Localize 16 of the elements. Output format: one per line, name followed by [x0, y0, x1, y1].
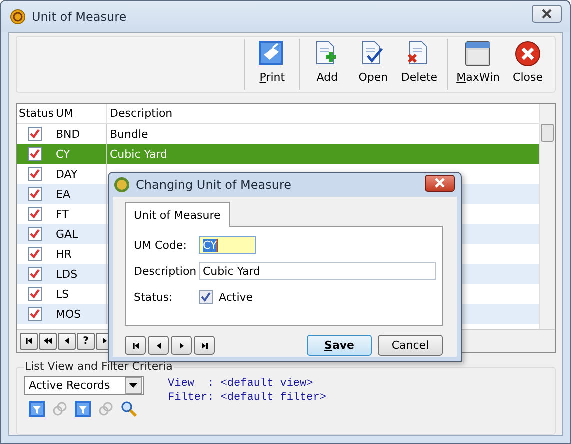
table-cell: MOS: [53, 304, 107, 324]
dialog-title: Changing Unit of Measure: [136, 178, 293, 192]
table-cell-text: Cubic Yard: [109, 146, 168, 162]
table-cell-text: Bundle: [109, 126, 150, 142]
field-label: Description: [134, 264, 198, 278]
field-label: UM Code:: [134, 238, 188, 252]
table-cell: GAL: [53, 224, 107, 244]
window-title: Unit of Measure: [32, 10, 128, 24]
table-cell: EA: [53, 184, 107, 204]
filter-text: Filter: <default filter>: [168, 392, 326, 404]
table-cell: CY: [53, 144, 107, 164]
view-text: View : <default view>: [168, 378, 314, 390]
field-label: Status:: [134, 290, 174, 304]
table-cell: LDS: [53, 264, 107, 284]
group-label: List View and Filter Criteria: [24, 360, 174, 373]
checkbox-label: Active: [219, 290, 254, 304]
